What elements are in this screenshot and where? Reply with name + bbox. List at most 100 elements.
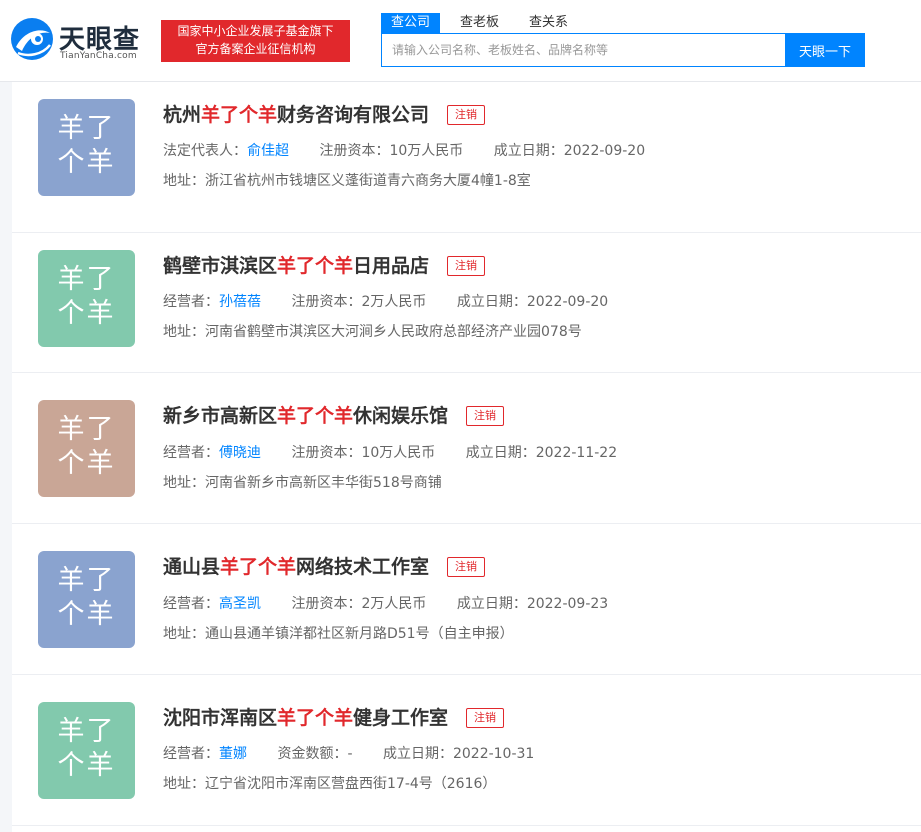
avatar-line-2: 个羊 [57, 298, 116, 329]
company-name-prefix: 鹤壁市淇滨区 [163, 255, 278, 277]
company-avatar[interactable]: 羊了 个羊 [38, 99, 135, 196]
company-name-highlight: 羊了个羊 [277, 405, 354, 427]
capital-value: 2万人民币 [361, 596, 427, 612]
date-value: 2022-09-20 [526, 294, 609, 310]
company-name-suffix: 日用品店 [353, 255, 430, 277]
company-name-prefix: 杭州 [163, 104, 202, 126]
rep-name-link[interactable]: 俞佳超 [247, 143, 289, 159]
search-input[interactable] [382, 34, 785, 66]
rep-name-link[interactable]: 孙蓓蓓 [219, 294, 261, 310]
slogan-line-1: 国家中小企业发展子基金旗下 [177, 24, 334, 38]
logo-subtext: TianYanCha.com [60, 51, 137, 61]
rep-label: 法定代表人： [163, 143, 247, 159]
address-value: 河南省新乡市高新区丰华街518号商铺 [205, 475, 442, 491]
status-badge: 注销 [466, 708, 505, 728]
address-label: 地址： [163, 173, 205, 189]
slogan-banner: 国家中小企业发展子基金旗下 官方备案企业征信机构 [161, 20, 350, 62]
avatar-line-1: 羊了 [57, 113, 116, 144]
avatar-line-1: 羊了 [57, 565, 116, 596]
company-row: 羊了 个羊 沈阳市浑南区羊了个羊健身工作室 注销 经营者：董娜 资金数额：- 成立… [12, 675, 921, 826]
capital-label: 注册资本： [319, 143, 390, 159]
company-name[interactable]: 通山县羊了个羊网络技术工作室 注销 [163, 552, 486, 579]
capital-label: 注册资本： [291, 445, 362, 461]
company-name-prefix: 沈阳市浑南区 [163, 707, 278, 729]
search-tabs: 查公司 查老板 查关系 [381, 13, 588, 33]
site-header: 天眼查 TianYanCha.com 国家中小企业发展子基金旗下 官方备案企业征… [0, 0, 921, 82]
address-label: 地址： [163, 475, 205, 491]
company-meta: 法定代表人：俞佳超 注册资本：10万人民币 成立日期：2022-09-20 [163, 140, 671, 160]
rep-name-link[interactable]: 高圣凯 [219, 596, 261, 612]
avatar-line-2: 个羊 [57, 599, 116, 630]
capital-value: 10万人民币 [389, 143, 464, 159]
company-avatar[interactable]: 羊了 个羊 [38, 400, 135, 497]
company-name[interactable]: 杭州羊了个羊财务咨询有限公司 注销 [163, 100, 486, 127]
avatar-line-2: 个羊 [57, 448, 116, 479]
company-name-highlight: 羊了个羊 [277, 255, 354, 277]
rep-name-link[interactable]: 傅晓迪 [219, 445, 261, 461]
company-list: 羊了 个羊 杭州羊了个羊财务咨询有限公司 注销 法定代表人：俞佳超 注册资本：10… [12, 82, 921, 832]
address-label: 地址： [163, 626, 205, 642]
tab-boss[interactable]: 查老板 [450, 13, 509, 33]
status-badge: 注销 [447, 256, 486, 276]
logo-eye-icon [11, 18, 53, 60]
company-row: 羊了 个羊 鹤壁市淇滨区羊了个羊日用品店 注销 经营者：孙蓓蓓 注册资本：2万人民… [12, 222, 921, 373]
rep-label: 经营者： [163, 746, 219, 762]
rep-name-link[interactable]: 董娜 [219, 746, 247, 762]
date-label: 成立日期： [456, 596, 527, 612]
date-label: 成立日期： [382, 746, 453, 762]
company-name-suffix: 健身工作室 [353, 707, 449, 729]
company-name[interactable]: 沈阳市浑南区羊了个羊健身工作室 注销 [163, 703, 505, 730]
company-row: 羊了 个羊 新乡市高新区羊了个羊休闲娱乐馆 注销 经营者：傅晓迪 注册资本：10万… [12, 373, 921, 524]
date-value: 2022-09-20 [563, 143, 646, 159]
company-meta: 经营者：孙蓓蓓 注册资本：2万人民币 成立日期：2022-09-20 [163, 291, 634, 311]
status-badge: 注销 [447, 105, 486, 125]
address-value: 通山县通羊镇洋都社区新月路D51号（自主申报） [205, 626, 514, 642]
avatar-line-1: 羊了 [57, 264, 116, 295]
capital-label: 注册资本： [291, 596, 362, 612]
company-name-highlight: 羊了个羊 [220, 556, 297, 578]
rep-label: 经营者： [163, 294, 219, 310]
capital-value: - [347, 746, 353, 762]
company-avatar[interactable]: 羊了 个羊 [38, 551, 135, 648]
tab-relation[interactable]: 查关系 [519, 13, 578, 33]
date-label: 成立日期： [493, 143, 564, 159]
date-value: 2022-10-31 [452, 746, 535, 762]
company-avatar[interactable]: 羊了 个羊 [38, 250, 135, 347]
address-value: 浙江省杭州市钱塘区义蓬街道青六商务大厦4幢1-8室 [205, 173, 531, 189]
rep-label: 经营者： [163, 596, 219, 612]
company-meta: 经营者：高圣凯 注册资本：2万人民币 成立日期：2022-09-23 [163, 593, 634, 613]
company-meta: 经营者：董娜 资金数额：- 成立日期：2022-10-31 [163, 743, 560, 763]
avatar-line-2: 个羊 [57, 750, 116, 781]
capital-label: 资金数额： [277, 746, 348, 762]
company-address: 地址：河南省鹤壁市淇滨区大河涧乡人民政府总部经济产业园078号 [163, 321, 582, 341]
tab-company[interactable]: 查公司 [381, 13, 441, 33]
date-label: 成立日期： [456, 294, 527, 310]
tianyancha-logo[interactable]: 天眼查 TianYanCha.com [10, 17, 150, 65]
company-name-suffix: 休闲娱乐馆 [353, 405, 449, 427]
date-value: 2022-11-22 [535, 445, 618, 461]
company-name-highlight: 羊了个羊 [277, 707, 354, 729]
company-name[interactable]: 新乡市高新区羊了个羊休闲娱乐馆 注销 [163, 401, 505, 428]
company-address: 地址：河南省新乡市高新区丰华街518号商铺 [163, 472, 442, 492]
rep-label: 经营者： [163, 445, 219, 461]
search-box: 天眼一下 [381, 33, 865, 67]
address-label: 地址： [163, 324, 205, 340]
company-address: 地址：辽宁省沈阳市浑南区营盘西街17-4号（2616） [163, 773, 496, 793]
address-value: 河南省鹤壁市淇滨区大河涧乡人民政府总部经济产业园078号 [205, 324, 582, 340]
avatar-line-1: 羊了 [57, 414, 116, 445]
company-name-suffix: 财务咨询有限公司 [277, 104, 430, 126]
company-name-prefix: 通山县 [163, 556, 221, 578]
capital-value: 2万人民币 [361, 294, 427, 310]
company-name[interactable]: 鹤壁市淇滨区羊了个羊日用品店 注销 [163, 251, 486, 278]
company-address: 地址：浙江省杭州市钱塘区义蓬街道青六商务大厦4幢1-8室 [163, 170, 531, 190]
capital-label: 注册资本： [291, 294, 362, 310]
company-meta: 经营者：傅晓迪 注册资本：10万人民币 成立日期：2022-11-22 [163, 442, 643, 462]
status-badge: 注销 [447, 557, 486, 577]
company-avatar[interactable]: 羊了 个羊 [38, 702, 135, 799]
search-button[interactable]: 天眼一下 [785, 33, 865, 67]
status-badge: 注销 [466, 406, 505, 426]
capital-value: 10万人民币 [361, 445, 436, 461]
company-name-suffix: 网络技术工作室 [296, 556, 430, 578]
avatar-line-2: 个羊 [57, 147, 116, 178]
company-row: 羊了 个羊 通山县羊了个羊网络技术工作室 注销 经营者：高圣凯 注册资本：2万人民… [12, 524, 921, 675]
